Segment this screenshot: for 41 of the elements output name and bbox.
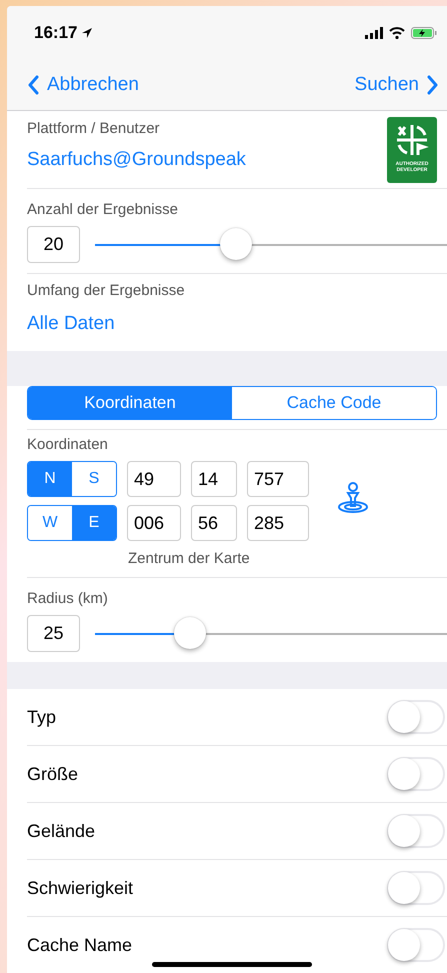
filter-label: Cache Name bbox=[27, 934, 132, 956]
coordinate-field[interactable]: 757 bbox=[247, 461, 309, 497]
field-label: Umfang der Ergebnisse bbox=[27, 282, 186, 299]
field-label: Anzahl der Ergebnisse bbox=[27, 201, 179, 218]
filter-label: Typ bbox=[27, 706, 56, 728]
radius-field[interactable]: 25 bbox=[27, 615, 80, 652]
battery-charging-icon bbox=[411, 27, 437, 39]
hemisphere-option[interactable]: E bbox=[72, 506, 116, 540]
field-label: Radius (km) bbox=[27, 590, 109, 607]
signal-icon bbox=[365, 27, 383, 39]
wifi-icon bbox=[389, 27, 405, 39]
search-button[interactable]: Suchen bbox=[354, 74, 439, 96]
count-field[interactable]: 20 bbox=[27, 226, 80, 263]
coordinate-field[interactable]: 49 bbox=[127, 461, 181, 497]
coordinate-field[interactable]: 56 bbox=[191, 505, 237, 541]
map-center-icon bbox=[337, 480, 369, 514]
coordinate-field[interactable]: 006 bbox=[127, 505, 181, 541]
toggle-switch[interactable] bbox=[387, 757, 445, 791]
segment-tab[interactable]: Koordinaten bbox=[28, 387, 232, 419]
caption-text: Zentrum der Karte bbox=[128, 550, 251, 567]
toggle-switch[interactable] bbox=[387, 700, 445, 734]
field-label: Koordinaten bbox=[27, 436, 109, 453]
chevron-right-icon bbox=[427, 75, 439, 95]
clock-time: 16:17 bbox=[34, 23, 78, 43]
cancel-button[interactable]: Abbrechen bbox=[27, 74, 139, 96]
hemisphere-option[interactable]: N bbox=[28, 462, 72, 496]
toggle-switch[interactable] bbox=[387, 814, 445, 848]
chevron-left-icon bbox=[27, 75, 39, 95]
filter-label: Schwierigkeit bbox=[27, 878, 134, 898]
coordinate-field[interactable]: 14 bbox=[191, 461, 237, 497]
filter-label: Größe bbox=[27, 764, 78, 784]
coordinate-field[interactable]: 285 bbox=[247, 505, 309, 541]
scope-link[interactable]: Alle Daten bbox=[27, 313, 447, 335]
field-label: Plattform / Benutzer bbox=[27, 120, 161, 137]
filter-label: Gelände bbox=[27, 820, 96, 842]
slider-thumb[interactable] bbox=[174, 616, 206, 648]
toggle-switch[interactable] bbox=[387, 928, 445, 962]
location-arrow-icon bbox=[81, 27, 94, 39]
toggle-switch[interactable] bbox=[387, 871, 445, 905]
account-link[interactable]: Saarfuchs@Groundspeak bbox=[27, 149, 246, 171]
slider-thumb[interactable] bbox=[220, 228, 252, 260]
